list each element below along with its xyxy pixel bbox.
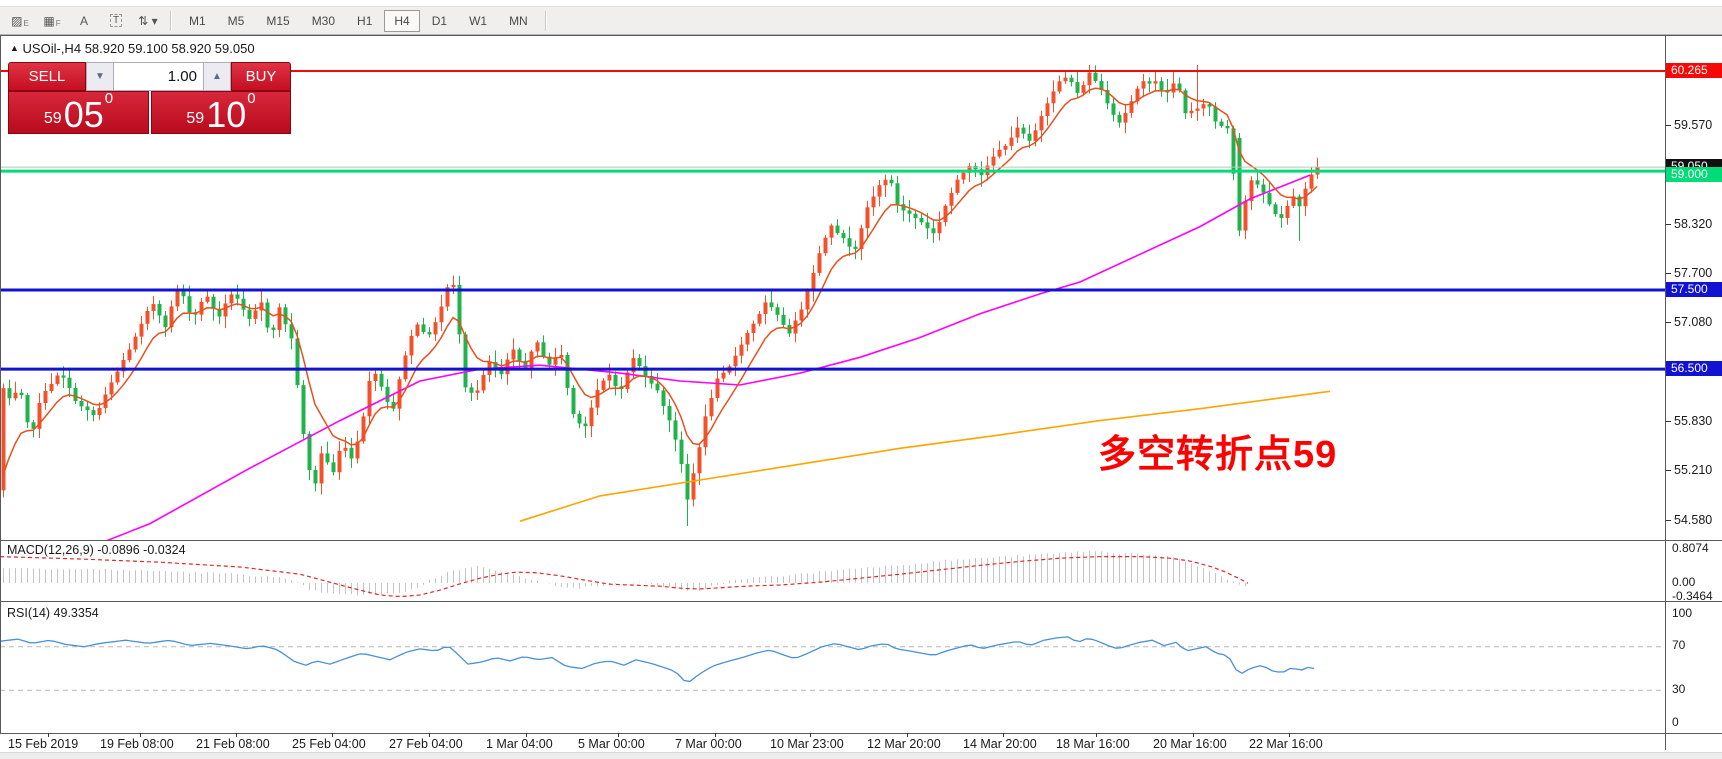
date-axis-tick	[1096, 733, 1097, 737]
price-tick-label: 58.320	[1674, 217, 1712, 231]
date-axis-label: 21 Feb 08:00	[196, 737, 270, 751]
chart-title: ▲ USOil-,H4 58.920 59.100 58.920 59.050	[10, 41, 255, 56]
date-axis-label: 7 Mar 00:00	[675, 737, 742, 751]
timeframe-button-w1[interactable]: W1	[459, 10, 497, 32]
timeframe-button-m1[interactable]: M1	[179, 10, 216, 32]
price-level-badge: 57.500	[1666, 282, 1722, 297]
date-axis-tick	[429, 733, 430, 737]
sell-price-handle: 59	[44, 110, 62, 128]
price-tick-label: 59.570	[1674, 118, 1712, 132]
main-toolbar: ▨E▦FAT⇅ ▾ M1M5M15M30H1H4D1W1MN	[0, 7, 1722, 35]
macd-axis-label: 0.00	[1672, 575, 1695, 589]
date-axis-label: 25 Feb 04:00	[292, 737, 366, 751]
label-tool-icon[interactable]: T	[102, 10, 130, 32]
indicators-icon[interactable]: ▨E	[6, 10, 34, 32]
timeframe-button-h1[interactable]: H1	[347, 10, 382, 32]
sell-price-display[interactable]: 59 05 0	[8, 91, 149, 134]
buy-price-display[interactable]: 59 10 0	[151, 91, 291, 134]
rsi-axis-label: 70	[1672, 638, 1685, 652]
timeframe-button-m15[interactable]: M15	[256, 10, 299, 32]
price-tick-label: 55.210	[1674, 463, 1712, 477]
price-level-badge: 60.265	[1666, 63, 1722, 78]
cursor-mode-icon[interactable]: ⇅ ▾	[134, 10, 162, 32]
date-axis-tick	[1289, 733, 1290, 737]
price-level-badge: 59.000	[1666, 167, 1722, 182]
price-tick-label: 57.080	[1674, 315, 1712, 329]
macd-axis-label: 0.8074	[1672, 541, 1709, 555]
date-axis-tick	[332, 733, 333, 737]
date-axis-tick	[140, 733, 141, 737]
date-axis-tick	[1003, 733, 1004, 737]
date-axis-label: 19 Feb 08:00	[100, 737, 174, 751]
date-axis-label: 5 Mar 00:00	[578, 737, 645, 751]
toolbar-separator	[170, 11, 172, 31]
symbol-ohlc-values: 58.920 59.100 58.920 59.050	[85, 41, 255, 56]
macd-indicator-label: MACD(12,26,9) -0.0896 -0.0324	[7, 543, 186, 557]
symbol-name: USOil-,H4	[23, 41, 82, 56]
date-axis-label: 20 Mar 16:00	[1153, 737, 1227, 751]
timeframe-button-mn[interactable]: MN	[499, 10, 538, 32]
date-axis-label: 22 Mar 16:00	[1249, 737, 1323, 751]
date-axis-label: 18 Mar 16:00	[1056, 737, 1130, 751]
volume-increase-button[interactable]: ▲	[203, 62, 231, 91]
sell-button[interactable]: SELL	[8, 62, 86, 91]
chart-text-annotation[interactable]: 多空转折点59	[1098, 423, 1337, 478]
toolbar-separator	[545, 11, 547, 31]
timeframe-button-h4[interactable]: H4	[384, 10, 419, 32]
price-level-badge: 56.500	[1666, 361, 1722, 376]
price-tick-label: 55.830	[1674, 414, 1712, 428]
date-axis-label: 10 Mar 23:00	[770, 737, 844, 751]
rsi-indicator-label: RSI(14) 49.3354	[7, 606, 99, 620]
date-axis-tick	[236, 733, 237, 737]
timeframe-button-d1[interactable]: D1	[422, 10, 457, 32]
date-axis-label: 15 Feb 2019	[8, 737, 78, 751]
date-axis-tick	[1193, 733, 1194, 737]
macd-divider	[0, 540, 1722, 541]
date-axis-label: 14 Mar 20:00	[963, 737, 1037, 751]
buy-price-pips: 10	[206, 100, 246, 130]
grid-icon[interactable]: ▦F	[38, 10, 66, 32]
date-axis-tick	[618, 733, 619, 737]
text-annotation-icon[interactable]: A	[70, 10, 98, 32]
timeframe-button-m30[interactable]: M30	[302, 10, 345, 32]
date-axis-label: 12 Mar 20:00	[867, 737, 941, 751]
buy-price-handle: 59	[186, 110, 204, 128]
date-axis-tick	[715, 733, 716, 737]
volume-input[interactable]	[114, 62, 203, 91]
sell-price-pips: 05	[64, 100, 104, 130]
bottom-scroll-strip[interactable]	[0, 752, 1722, 759]
rsi-axis-label: 0	[1672, 715, 1679, 729]
chart-top-border	[0, 35, 1722, 36]
date-axis-label: 27 Feb 04:00	[389, 737, 463, 751]
macd-panel[interactable]	[0, 541, 1665, 601]
date-axis-divider	[0, 733, 1722, 734]
timeframe-button-m5[interactable]: M5	[218, 10, 255, 32]
date-axis-tick	[48, 733, 49, 737]
trading-platform-window: { "toolbar": { "icons": [ {"name": "indi…	[0, 0, 1722, 759]
sell-price-point: 0	[105, 90, 113, 107]
price-tick-label: 54.580	[1674, 513, 1712, 527]
date-axis-tick	[526, 733, 527, 737]
chart-left-border	[0, 36, 1, 733]
price-axis-line	[1665, 36, 1666, 750]
window-top-strip	[0, 0, 1722, 7]
price-tick-label: 57.700	[1674, 266, 1712, 280]
one-click-trade-widget: SELL ▼ ▲ BUY 59 05 0 59 10 0	[8, 62, 291, 134]
buy-button[interactable]: BUY	[231, 62, 291, 91]
rsi-axis-label: 100	[1672, 606, 1692, 620]
date-axis-tick	[810, 733, 811, 737]
date-axis-tick	[907, 733, 908, 737]
volume-decrease-button[interactable]: ▼	[86, 62, 114, 91]
date-axis-label: 1 Mar 04:00	[486, 737, 553, 751]
collapse-arrow-icon[interactable]: ▲	[10, 43, 19, 53]
rsi-panel[interactable]	[0, 603, 1665, 733]
rsi-axis-label: 30	[1672, 682, 1685, 696]
buy-price-point: 0	[247, 90, 255, 107]
macd-axis-label: -0.3464	[1672, 589, 1713, 603]
rsi-divider	[0, 601, 1722, 602]
